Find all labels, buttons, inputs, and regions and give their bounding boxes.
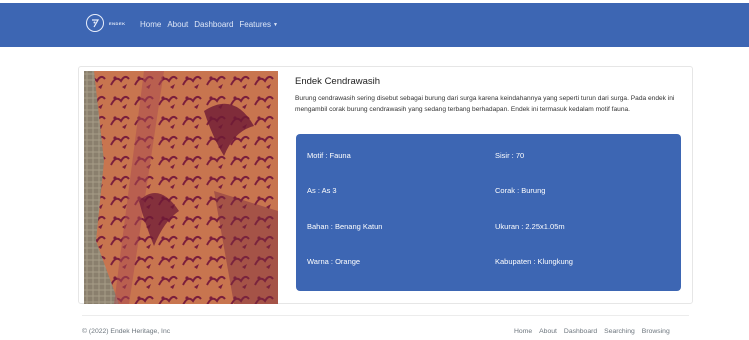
detail-kabupaten: Kabupaten : Klungkung — [495, 257, 573, 266]
nav-link-about[interactable]: About — [167, 20, 188, 29]
nav-links: Home About Dashboard Features ▼ — [140, 20, 278, 29]
detail-motif: Motif : Fauna — [307, 151, 351, 160]
card-body: Endek Cendrawasih Burung cendrawasih ser… — [295, 76, 685, 115]
card-title: Endek Cendrawasih — [295, 76, 381, 87]
endek-card: Endek Cendrawasih Burung cendrawasih ser… — [78, 66, 693, 304]
footer-link-browsing[interactable]: Browsing — [642, 328, 670, 335]
caret-down-icon: ▼ — [272, 21, 278, 28]
navbar: ENDEK Home About Dashboard Features ▼ — [0, 3, 749, 47]
footer-copyright: © (2022) Endek Heritage, Inc — [82, 328, 171, 335]
detail-as: As : As 3 — [307, 186, 337, 195]
detail-bahan: Bahan : Benang Katun — [307, 222, 383, 231]
details-panel: Motif : Fauna Sisir : 70 As : As 3 Corak… — [296, 134, 681, 291]
brand-text: ENDEK — [109, 20, 126, 26]
footer-link-home[interactable]: Home — [514, 328, 532, 335]
footer-link-dashboard[interactable]: Dashboard — [564, 328, 597, 335]
detail-corak: Corak : Burung — [495, 186, 546, 195]
brand[interactable]: ENDEK — [86, 14, 126, 32]
nav-link-home[interactable]: Home — [140, 20, 161, 29]
detail-sisir: Sisir : 70 — [495, 151, 525, 160]
endek-fabric-image — [84, 71, 278, 304]
footer-link-searching[interactable]: Searching — [604, 328, 635, 335]
brand-logo-icon — [86, 14, 104, 32]
nav-dropdown-label: Features — [239, 20, 271, 29]
nav-dropdown-features[interactable]: Features ▼ — [239, 20, 278, 29]
nav-link-dashboard[interactable]: Dashboard — [194, 20, 233, 29]
card-description: Burung cendrawasih sering disebut sebaga… — [295, 95, 675, 113]
detail-warna: Warna : Orange — [307, 257, 361, 266]
footer-links: Home About Dashboard Searching Browsing — [514, 328, 670, 335]
footer-link-about[interactable]: About — [539, 328, 557, 335]
footer-divider — [82, 315, 689, 316]
detail-ukuran: Ukuran : 2.25x1.05m — [495, 222, 565, 231]
